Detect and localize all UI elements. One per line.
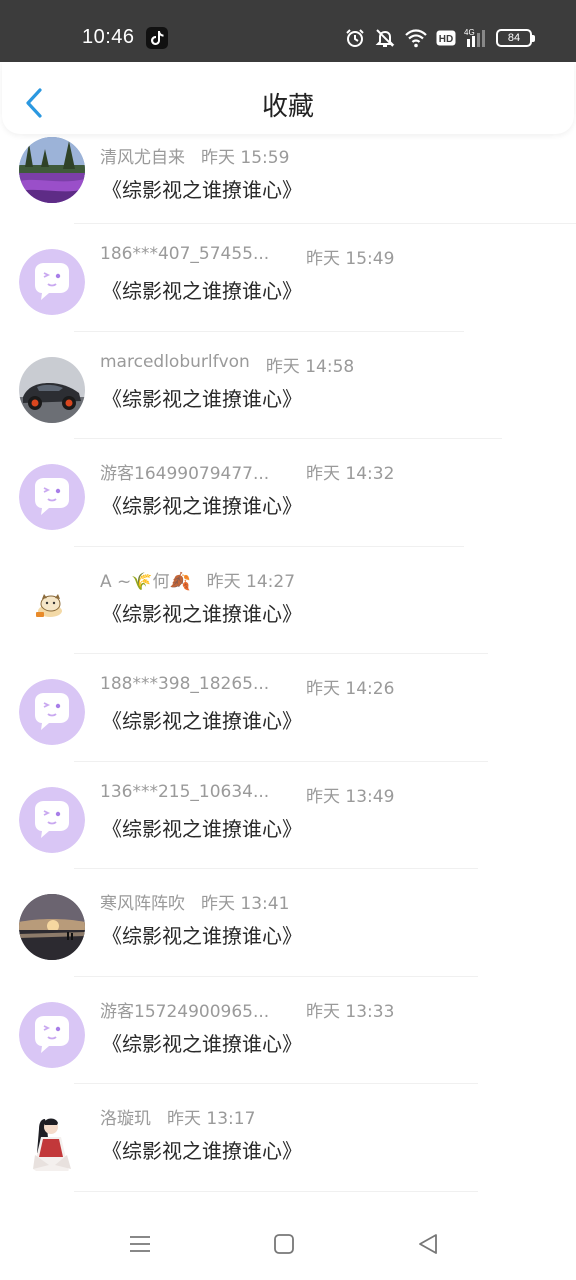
- list-item[interactable]: 188***398_18265... 昨天 14:26 《综影视之谁撩谁心》: [0, 654, 576, 762]
- avatar[interactable]: [19, 894, 85, 960]
- battery-level: 84: [507, 32, 521, 44]
- avatar[interactable]: [19, 137, 85, 203]
- item-meta: 游客16499079477... 昨天 14:32: [100, 459, 394, 484]
- divider: [74, 1190, 478, 1192]
- item-meta: 寒风阵阵吹 昨天 13:41: [100, 889, 289, 914]
- avatar[interactable]: [19, 679, 85, 745]
- avatar[interactable]: [19, 571, 85, 638]
- item-meta: 清风尤自来 昨天 15:59: [100, 143, 289, 168]
- timestamp: 昨天 14:32: [306, 464, 395, 484]
- favorite-title: 《综影视之谁撩谁心》: [102, 1139, 302, 1163]
- alarm-icon: [344, 27, 366, 49]
- avatar[interactable]: [19, 1109, 85, 1175]
- timestamp: 昨天 15:49: [306, 249, 395, 269]
- status-bar: 10:46 HD 4G 84: [0, 0, 576, 62]
- avatar[interactable]: [19, 786, 85, 853]
- avatar[interactable]: [19, 1001, 85, 1068]
- status-icons: HD 4G 84: [344, 25, 535, 51]
- item-meta: marcedloburlfvon 昨天 14:58: [100, 352, 354, 377]
- item-meta: A ~🌾何🍂 昨天 14:27: [100, 567, 295, 592]
- item-meta: 188***398_18265... 昨天 14:26: [100, 674, 394, 699]
- list-item[interactable]: 洛璇玑 昨天 13:17 《综影视之谁撩谁心》: [0, 1084, 576, 1192]
- timestamp: 昨天 14:58: [265, 356, 355, 377]
- username: 游客15724900965...: [100, 1001, 270, 1022]
- list-item[interactable]: 游客15724900965... 昨天 13:33 《综影视之谁撩谁心》: [0, 977, 576, 1084]
- mute-icon: [374, 27, 396, 49]
- list-item[interactable]: 136***215_10634... 昨天 13:49 《综影视之谁撩谁心》: [0, 762, 576, 869]
- favorite-title: 《综影视之谁撩谁心》: [102, 601, 302, 626]
- favorite-title: 《综影视之谁撩谁心》: [102, 279, 302, 303]
- username: marcedloburlfvon: [100, 351, 250, 372]
- signal-icon: 4G: [464, 27, 488, 49]
- username: 寒风阵阵吹: [100, 894, 185, 914]
- list-item[interactable]: marcedloburlfvon 昨天 14:58 《综影视之谁撩谁心》: [0, 332, 576, 439]
- wifi-icon: [404, 28, 428, 48]
- favorite-title: 《综影视之谁撩谁心》: [102, 494, 302, 518]
- timestamp: 昨天 13:41: [201, 894, 290, 914]
- avatar[interactable]: [19, 356, 85, 423]
- item-meta: 136***215_10634... 昨天 13:49: [100, 781, 394, 807]
- username: 清风尤自来: [100, 148, 185, 168]
- username: 136***215_10634...: [100, 781, 270, 802]
- home-square-icon[interactable]: [272, 1232, 296, 1256]
- favorite-title: 《综影视之谁撩谁心》: [102, 386, 302, 411]
- favorite-title: 《综影视之谁撩谁心》: [102, 178, 302, 202]
- timestamp: 昨天 13:17: [167, 1109, 256, 1129]
- battery-icon: 84: [496, 29, 535, 47]
- menu-icon[interactable]: [128, 1232, 152, 1256]
- item-meta: 洛璇玑 昨天 13:17: [100, 1104, 255, 1129]
- tiktok-icon: [146, 27, 168, 49]
- item-meta: 186***407_57455... 昨天 15:49: [100, 244, 394, 269]
- page-title: 收藏: [261, 92, 314, 122]
- favorite-title: 《综影视之谁撩谁心》: [102, 709, 302, 733]
- favorite-title: 《综影视之谁撩谁心》: [102, 816, 302, 841]
- header-bar: 收藏: [2, 62, 574, 134]
- system-nav-bar: [0, 1200, 576, 1280]
- username: 186***407_57455...: [100, 244, 270, 264]
- list-item[interactable]: 游客16499079477... 昨天 14:32 《综影视之谁撩谁心》: [0, 439, 576, 547]
- list-item[interactable]: 寒风阵阵吹 昨天 13:41 《综影视之谁撩谁心》: [0, 869, 576, 977]
- timestamp: 昨天 15:59: [201, 148, 290, 168]
- list-item[interactable]: 清风尤自来 昨天 15:59 《综影视之谁撩谁心》: [0, 134, 576, 224]
- username: 游客16499079477...: [100, 464, 270, 484]
- status-time: 10:46: [82, 26, 135, 48]
- favorite-title: 《综影视之谁撩谁心》: [102, 1031, 302, 1056]
- timestamp: 昨天 13:33: [306, 1001, 395, 1022]
- item-meta: 游客15724900965... 昨天 13:33: [100, 997, 394, 1022]
- svg-text:HD: HD: [439, 34, 453, 45]
- back-triangle-icon[interactable]: [416, 1232, 440, 1256]
- timestamp: 昨天 13:49: [306, 786, 395, 807]
- list-item[interactable]: A ~🌾何🍂 昨天 14:27 《综影视之谁撩谁心》: [0, 547, 576, 654]
- avatar[interactable]: [19, 249, 85, 315]
- favorites-list: 清风尤自来 昨天 15:59 《综影视之谁撩谁心》 186***407_57455…: [0, 134, 576, 1192]
- avatar[interactable]: [19, 464, 85, 530]
- svg-text:4G: 4G: [464, 28, 475, 37]
- username: A ~🌾何🍂: [100, 571, 191, 592]
- timestamp: 昨天 14:27: [206, 571, 296, 592]
- timestamp: 昨天 14:26: [306, 679, 395, 699]
- list-item[interactable]: 186***407_57455... 昨天 15:49 《综影视之谁撩谁心》: [0, 224, 576, 332]
- username: 洛璇玑: [100, 1109, 151, 1129]
- username: 188***398_18265...: [100, 674, 270, 694]
- favorite-title: 《综影视之谁撩谁心》: [102, 924, 302, 948]
- hd-icon: HD: [436, 30, 456, 46]
